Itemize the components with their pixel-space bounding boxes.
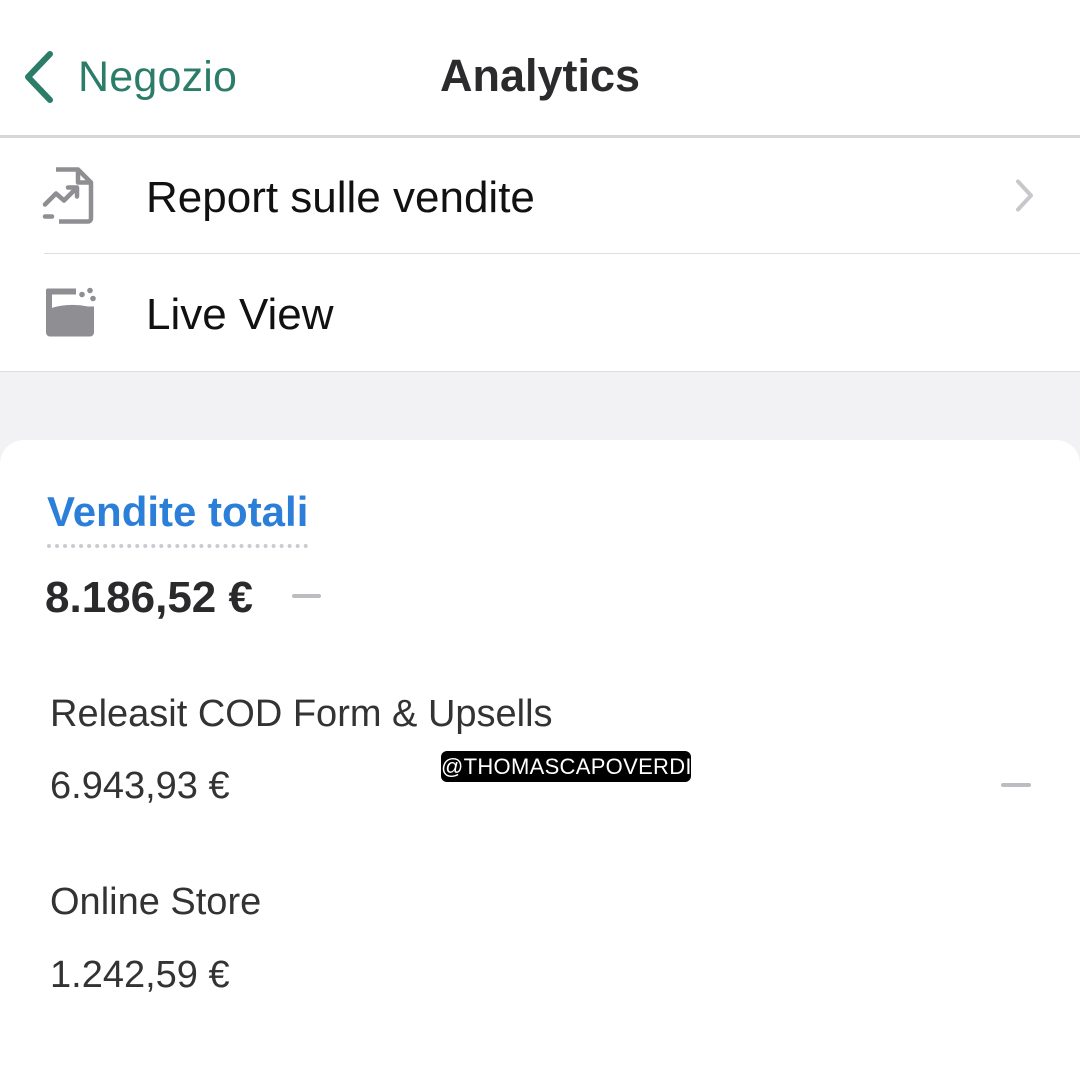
total-sales-title[interactable]: Vendite totali	[47, 488, 309, 548]
chevron-right-icon	[1014, 179, 1034, 218]
channel-name: Online Store	[50, 881, 262, 923]
page-title: Analytics	[439, 50, 641, 101]
menu-item-sales-report[interactable]: Report sulle vendite	[0, 140, 1080, 256]
menu-divider	[44, 253, 1080, 254]
live-view-icon	[42, 287, 98, 344]
analytics-menu: Report sulle vendite Live View	[0, 140, 1080, 373]
trend-dash-icon	[1001, 783, 1031, 787]
watermark-label: @THOMASCAPOVERDI	[441, 751, 692, 782]
nav-header: Negozio Analytics	[0, 0, 1080, 138]
menu-item-label: Live View	[146, 290, 334, 339]
trend-dash-icon	[292, 594, 321, 598]
menu-item-live-view[interactable]: Live View	[0, 257, 1080, 373]
channel-value: 6.943,93 €	[50, 765, 230, 807]
channel-value: 1.242,59 €	[50, 954, 230, 996]
total-sales-value: 8.186,52 €	[45, 573, 253, 622]
menu-item-label: Report sulle vendite	[146, 173, 535, 222]
sales-report-icon	[42, 167, 94, 230]
channel-name: Releasit COD Form & Upsells	[50, 693, 553, 735]
